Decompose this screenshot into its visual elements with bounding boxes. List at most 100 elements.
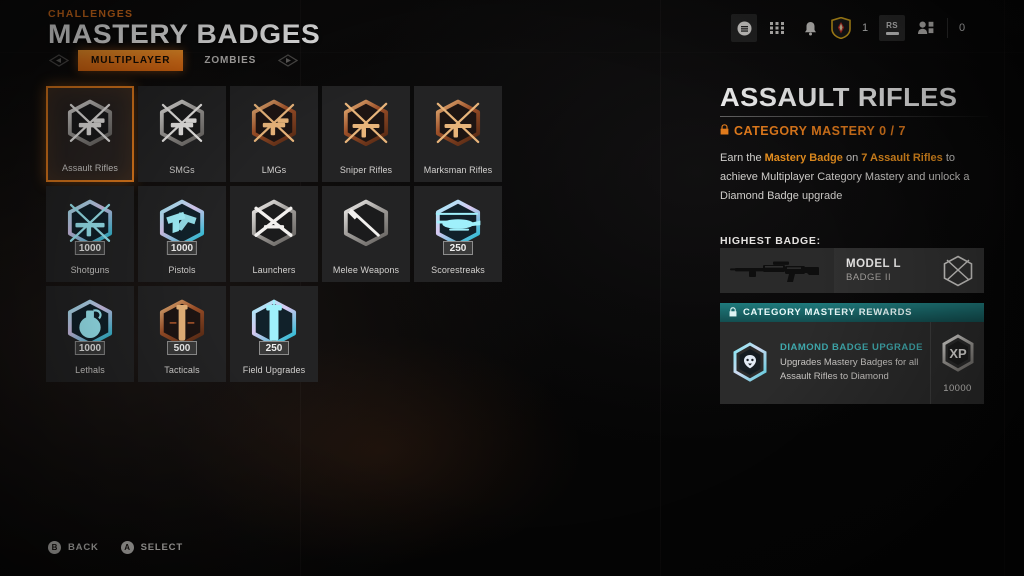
- reward-xp-amount: 10000: [943, 382, 972, 394]
- select-button-label: SELECT: [140, 542, 183, 553]
- detail-title: ASSAULT RIFLES: [720, 82, 958, 112]
- badge-count: 250: [259, 341, 289, 355]
- desc-part1: Earn the: [720, 152, 765, 165]
- crossed-sniper-icon: [335, 95, 397, 153]
- desc-highlight2: 7 Assault Rifles: [861, 152, 943, 165]
- badge-card-melee-weapons[interactable]: Melee Weapons: [322, 186, 410, 282]
- crossed-smg-icon: [151, 95, 213, 153]
- friends-count: 0: [958, 22, 966, 34]
- highest-badge-row[interactable]: MODEL L BADGE II: [720, 248, 984, 293]
- badge-card-launchers[interactable]: Launchers: [230, 186, 318, 282]
- background-line: [1004, 0, 1005, 576]
- crossed-knife-icon: [335, 195, 397, 253]
- badge-card-scorestreaks[interactable]: 250 Scorestreaks: [414, 186, 502, 282]
- crossed-launcher-icon: [243, 195, 305, 253]
- badge-card-label: Lethals: [75, 365, 105, 375]
- highest-badge-sub: BADGE II: [846, 272, 892, 283]
- diamond-badge-icon: [729, 341, 771, 385]
- page-title: MASTERY BADGES: [48, 19, 321, 49]
- hud-divider: [947, 18, 948, 38]
- tab-zombies[interactable]: ZOMBIES: [191, 50, 269, 71]
- friends-icon[interactable]: [915, 17, 937, 39]
- badge-card-label: Launchers: [252, 265, 296, 275]
- badge-card-label: Field Upgrades: [242, 365, 306, 375]
- arrow-left-icon[interactable]: [48, 53, 70, 69]
- badge-card-label: LMGs: [261, 165, 287, 175]
- badge-card-smgs[interactable]: SMGs: [138, 86, 226, 182]
- badge-card-label: Sniper Rifles: [339, 165, 393, 175]
- badge-grid: Assault Rifles SMGs LMGs Sniper Rifles M…: [46, 86, 516, 386]
- badge-card-sniper-rifles[interactable]: Sniper Rifles: [322, 86, 410, 182]
- crossed-lmg-icon: [243, 95, 305, 153]
- badge-card-lmgs[interactable]: LMGs: [230, 86, 318, 182]
- select-button[interactable]: A SELECT: [120, 541, 183, 554]
- badge-card-label: Assault Rifles: [62, 163, 118, 173]
- crossed-marksman-icon: [427, 95, 489, 153]
- badge-grid-row: 1000 Lethals 500 Tacticals 250 Field Upg…: [46, 286, 516, 382]
- badge-card-field-upgrades[interactable]: 250 Field Upgrades: [230, 286, 318, 382]
- crossed-rifles-badge-icon: [932, 254, 984, 288]
- helicopter-icon: 250: [427, 195, 489, 255]
- clan-emblem-icon[interactable]: [831, 16, 851, 40]
- reward-item-row[interactable]: DIAMOND BADGE UPGRADE Upgrades Mastery B…: [720, 322, 984, 404]
- tactical-icon: 500: [151, 295, 213, 355]
- rs-key-button[interactable]: RS: [879, 15, 905, 41]
- arrow-right-icon[interactable]: [277, 53, 299, 69]
- badge-card-label: Pistols: [168, 265, 196, 275]
- reward-item-main: DIAMOND BADGE UPGRADE Upgrades Mastery B…: [720, 341, 930, 385]
- menu-button-icon[interactable]: [731, 14, 757, 42]
- rewards-bar-label: CATEGORY MASTERY REWARDS: [743, 307, 913, 318]
- mode-tabbar: MULTIPLAYER ZOMBIES: [48, 50, 299, 71]
- back-button[interactable]: B BACK: [48, 541, 99, 554]
- badge-card-marksman-rifles[interactable]: Marksman Rifles: [414, 86, 502, 182]
- badge-card-label: Melee Weapons: [332, 265, 400, 275]
- crossed-pistol-icon: 1000: [151, 195, 213, 255]
- crossed-rifles-icon: [59, 95, 121, 153]
- detail-description: Earn the Mastery Badge on 7 Assault Rifl…: [720, 149, 972, 206]
- assault-rifle-silhouette-icon: [720, 248, 834, 293]
- rs-key-bar: [885, 32, 899, 35]
- apps-grid-icon[interactable]: [767, 17, 789, 39]
- mastery-badges-screen: CHALLENGES MASTERY BADGES MULTIPLAYER ZO…: [0, 0, 1024, 576]
- clan-count: 1: [861, 22, 869, 34]
- badge-card-tacticals[interactable]: 500 Tacticals: [138, 286, 226, 382]
- badge-card-label: Scorestreaks: [431, 265, 485, 275]
- reward-item-text: DIAMOND BADGE UPGRADE Upgrades Mastery B…: [780, 342, 930, 385]
- back-button-key: B: [48, 541, 61, 554]
- highest-badge-name: MODEL L: [846, 258, 902, 270]
- badge-grid-row: 1000 Shotguns 1000 Pistols Launchers Mel…: [46, 186, 516, 282]
- footer-actions: B BACK A SELECT: [48, 541, 183, 554]
- top-hud: 1 RS 0: [731, 13, 966, 43]
- crossed-shotgun-icon: 1000: [59, 195, 121, 255]
- badge-count: 1000: [74, 341, 106, 355]
- field-upgrade-icon: 250: [243, 295, 305, 355]
- xp-hex-icon: XP: [938, 333, 978, 380]
- category-mastery-rewards-bar: CATEGORY MASTERY REWARDS: [720, 303, 984, 322]
- badge-count: 500: [167, 341, 197, 355]
- category-mastery-label: CATEGORY MASTERY 0 / 7: [734, 124, 906, 139]
- detail-divider: [720, 116, 988, 118]
- reward-item-title: DIAMOND BADGE UPGRADE: [780, 341, 923, 353]
- desc-part2: on: [842, 152, 862, 165]
- svg-text:XP: XP: [949, 346, 967, 361]
- highest-badge-meta: MODEL L BADGE II: [834, 258, 932, 283]
- badge-card-label: Shotguns: [70, 265, 110, 275]
- tab-multiplayer[interactable]: MULTIPLAYER: [78, 50, 184, 71]
- badge-card-label: SMGs: [169, 165, 195, 175]
- badge-count: 1000: [166, 241, 198, 255]
- badge-card-label: Marksman Rifles: [423, 165, 493, 175]
- select-button-key: A: [120, 541, 134, 554]
- badge-card-assault-rifles[interactable]: Assault Rifles: [46, 86, 134, 182]
- badge-card-shotguns[interactable]: 1000 Shotguns: [46, 186, 134, 282]
- back-button-label: BACK: [68, 542, 99, 553]
- badge-card-label: Tacticals: [164, 365, 200, 375]
- background-line: [660, 0, 661, 576]
- highest-badge-heading: HIGHEST BADGE:: [720, 235, 821, 247]
- notification-bell-icon[interactable]: [799, 17, 821, 39]
- badge-count: 250: [443, 241, 473, 255]
- lock-icon: [720, 122, 729, 140]
- desc-highlight1: Mastery Badge: [764, 152, 843, 165]
- badge-card-pistols[interactable]: 1000 Pistols: [138, 186, 226, 282]
- lock-icon: [729, 304, 737, 322]
- badge-card-lethals[interactable]: 1000 Lethals: [46, 286, 134, 382]
